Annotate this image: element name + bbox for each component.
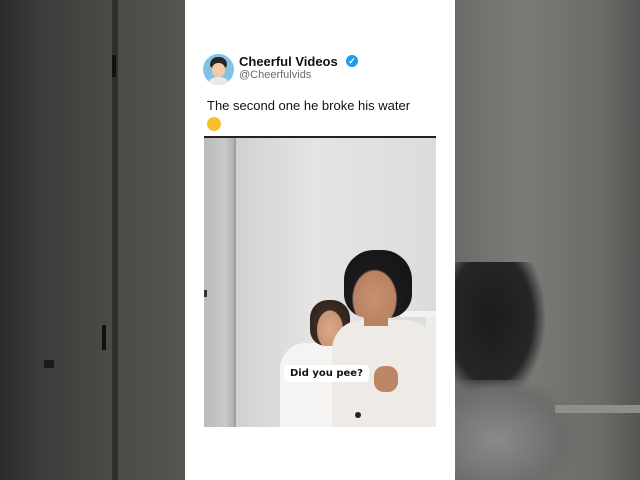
author-name[interactable]: Cheerful Videos bbox=[239, 54, 338, 69]
background-hinge bbox=[102, 325, 106, 350]
post-card: Cheerful Videos ✓ @Cheerfulvids The seco… bbox=[185, 0, 455, 480]
avatar[interactable] bbox=[203, 54, 234, 85]
video-frame[interactable]: Did you pee? bbox=[204, 136, 436, 427]
video-door-edge bbox=[234, 138, 236, 427]
background-hinge bbox=[44, 360, 54, 368]
boy-hand bbox=[374, 366, 398, 392]
video-door-hinge bbox=[204, 290, 207, 297]
video-caption: Did you pee? bbox=[284, 365, 369, 382]
avatar-face bbox=[212, 63, 225, 77]
laughing-emoji-icon bbox=[207, 117, 221, 131]
post-text: The second one he broke his water bbox=[207, 96, 439, 134]
boy-head bbox=[344, 250, 412, 318]
shirt-button bbox=[355, 412, 361, 418]
post-text-body: The second one he broke his water bbox=[207, 98, 411, 113]
author-handle[interactable]: @Cheerfulvids bbox=[239, 69, 311, 81]
background-child-body bbox=[455, 380, 575, 480]
verified-badge-icon: ✓ bbox=[346, 55, 358, 67]
background-shelf bbox=[555, 405, 640, 413]
background-hinge bbox=[112, 55, 116, 77]
video-door bbox=[204, 138, 234, 427]
avatar-shirt bbox=[207, 77, 230, 85]
